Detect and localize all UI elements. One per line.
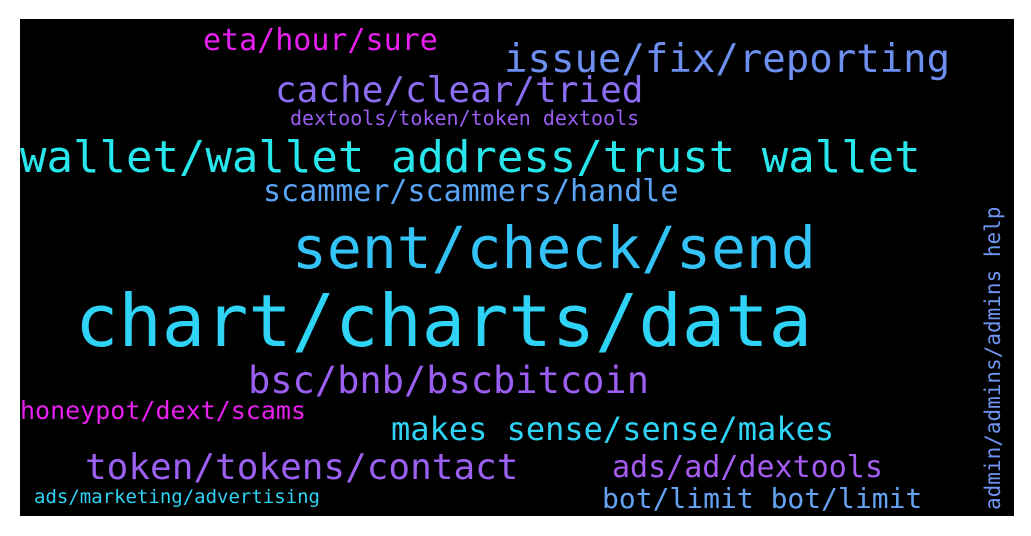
word-scammer-scammers-handle: scammer/scammers/handle — [263, 174, 679, 209]
word-ads-marketing-advertising: ads/marketing/advertising — [34, 486, 320, 508]
word-chart-charts-data: chart/charts/data — [75, 279, 812, 363]
word-cache-clear-tried: cache/clear/tried — [275, 70, 644, 111]
word-honeypot-dext-scams: honeypot/dext/scams — [20, 396, 306, 425]
word-sent-check-send: sent/check/send — [292, 214, 816, 282]
word-cloud: chart/charts/data sent/check/send wallet… — [20, 19, 1014, 516]
word-dextools-token-token-dextools: dextools/token/token dextools — [290, 106, 640, 130]
word-eta-hour-sure: eta/hour/sure — [203, 23, 438, 58]
word-bsc-bnb-bscbitcoin: bsc/bnb/bscbitcoin — [248, 359, 649, 402]
word-admin-admins-help: admin/admins/admins help — [981, 206, 1005, 510]
word-bot-limit-bot-limit: bot/limit bot/limit — [602, 482, 923, 515]
word-makes-sense-sense-makes: makes sense/sense/makes — [391, 410, 835, 448]
word-token-tokens-contact: token/tokens/contact — [85, 447, 519, 488]
word-ads-ad-dextools: ads/ad/dextools — [612, 450, 883, 485]
